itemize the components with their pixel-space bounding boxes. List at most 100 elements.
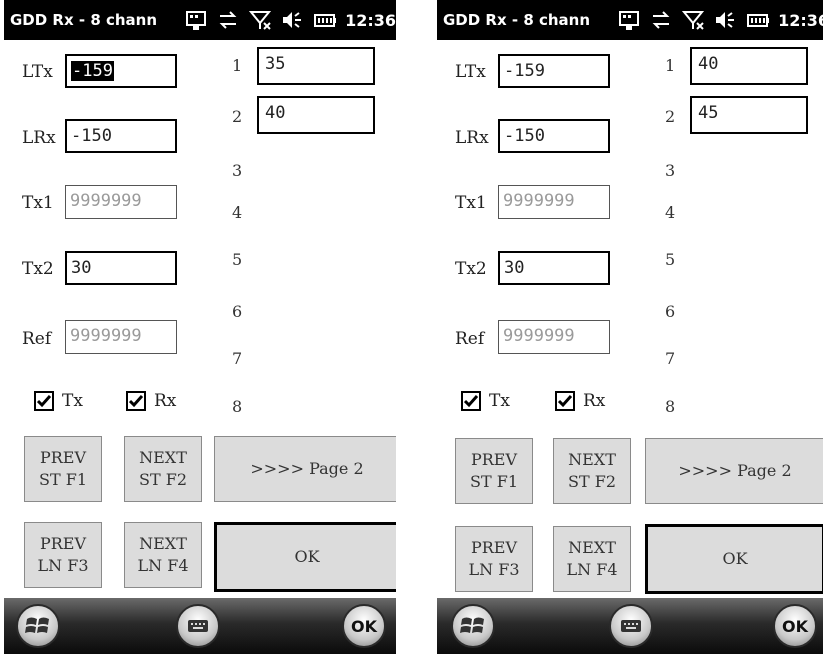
checkbox-checked-icon[interactable]: [34, 391, 54, 411]
next-ln-line2: LN F4: [137, 556, 189, 575]
next-st-button[interactable]: NEXT ST F2: [553, 438, 631, 504]
next-ln-line1: NEXT: [568, 538, 616, 557]
lrx-input[interactable]: -150: [498, 119, 610, 153]
prev-st-button[interactable]: PREV ST F1: [24, 436, 102, 502]
menu-bar: OK: [4, 598, 396, 654]
keyboard-icon[interactable]: [618, 9, 640, 31]
prev-ln-line2: LN F3: [468, 560, 520, 579]
signal-off-icon[interactable]: [248, 9, 272, 31]
tx-checkbox-label: Tx: [489, 391, 510, 411]
ok-softkey-label: OK: [351, 616, 377, 636]
keyboard-icon[interactable]: [609, 604, 653, 648]
volume-icon[interactable]: [714, 9, 736, 31]
ltx-label: LTx: [455, 62, 486, 82]
ok-button[interactable]: OK: [214, 522, 396, 592]
battery-icon[interactable]: [746, 9, 770, 31]
clock[interactable]: 12:36: [778, 11, 823, 30]
windows-start-icon[interactable]: [451, 604, 495, 648]
prev-st-button[interactable]: PREV ST F1: [455, 438, 533, 504]
rx-checkbox-label: Rx: [583, 391, 606, 411]
tx2-input[interactable]: 30: [498, 251, 610, 285]
channel-8-label: 8: [665, 397, 676, 416]
channel-6-label: 6: [232, 302, 243, 321]
channel-1-input[interactable]: 40: [690, 47, 808, 85]
next-ln-button[interactable]: NEXT LN F4: [124, 522, 202, 588]
channel-1-label: 1: [665, 56, 676, 75]
lrx-input[interactable]: -150: [65, 119, 177, 153]
status-bar: GDD Rx - 8 chann 12:36: [4, 0, 396, 40]
ref-label: Ref: [455, 329, 485, 349]
prev-st-line1: PREV: [39, 448, 87, 467]
channel-4-label: 4: [232, 203, 243, 222]
next-ln-line1: NEXT: [139, 534, 187, 553]
tx1-label: Tx1: [22, 193, 54, 213]
next-st-line2: ST F2: [139, 470, 187, 489]
prev-st-line1: PREV: [470, 450, 518, 469]
device-screen-left: GDD Rx - 8 chann 12:36 LTx -159 LRx -150…: [4, 0, 396, 654]
rx-checkbox-label: Rx: [154, 391, 177, 411]
menu-bar: OK: [437, 598, 823, 654]
window-title: GDD Rx - 8 chann: [10, 11, 158, 29]
device-screen-right: GDD Rx - 8 chann 12:36 LTx -159 LRx -150…: [437, 0, 823, 654]
page2-label: >>>> Page 2: [250, 459, 364, 478]
tx-checkbox[interactable]: Tx: [34, 391, 83, 411]
channel-1-input[interactable]: 35: [257, 47, 375, 85]
ok-softkey[interactable]: OK: [342, 604, 386, 648]
keyboard-icon[interactable]: [176, 604, 220, 648]
channel-5-label: 5: [665, 250, 676, 269]
next-st-line2: ST F2: [568, 472, 616, 491]
windows-start-icon[interactable]: [16, 604, 60, 648]
channel-2-label: 2: [232, 107, 243, 126]
ok-button[interactable]: OK: [645, 524, 823, 594]
channel-2-input[interactable]: 45: [690, 96, 808, 134]
connectivity-icon[interactable]: [650, 9, 672, 31]
prev-ln-button[interactable]: PREV LN F3: [24, 522, 102, 588]
tx-checkbox[interactable]: Tx: [461, 391, 510, 411]
page2-button[interactable]: >>>> Page 2: [214, 436, 396, 502]
ltx-input[interactable]: -159: [498, 54, 610, 88]
page2-label: >>>> Page 2: [678, 461, 792, 480]
ref-input[interactable]: 9999999: [65, 320, 177, 354]
battery-icon[interactable]: [313, 9, 337, 31]
next-ln-button[interactable]: NEXT LN F4: [553, 526, 631, 592]
checkbox-checked-icon[interactable]: [126, 391, 146, 411]
channel-1-label: 1: [232, 56, 243, 75]
prev-ln-line1: PREV: [470, 538, 518, 557]
rx-checkbox[interactable]: Rx: [555, 391, 605, 411]
tx-checkbox-label: Tx: [62, 391, 83, 411]
channel-4-label: 4: [665, 203, 676, 222]
channel-3-label: 3: [232, 161, 243, 180]
ltx-input[interactable]: -159: [65, 54, 177, 88]
channel-5-label: 5: [232, 250, 243, 269]
channel-7-label: 7: [665, 349, 676, 368]
keyboard-icon[interactable]: [185, 9, 207, 31]
prev-ln-line1: PREV: [39, 534, 87, 553]
prev-ln-line2: LN F3: [37, 556, 89, 575]
prev-st-line2: ST F1: [39, 470, 87, 489]
next-st-button[interactable]: NEXT ST F2: [124, 436, 202, 502]
volume-icon[interactable]: [281, 9, 303, 31]
status-bar: GDD Rx - 8 chann 12:36: [437, 0, 823, 40]
checkbox-checked-icon[interactable]: [461, 391, 481, 411]
signal-off-icon[interactable]: [681, 9, 705, 31]
rx-checkbox[interactable]: Rx: [126, 391, 176, 411]
ref-label: Ref: [22, 329, 52, 349]
ok-label: OK: [722, 549, 748, 568]
tx1-input[interactable]: 9999999: [498, 185, 610, 219]
clock[interactable]: 12:36: [345, 11, 396, 30]
lrx-label: LRx: [455, 128, 489, 148]
next-ln-line2: LN F4: [566, 560, 618, 579]
tx2-label: Tx2: [22, 259, 54, 279]
connectivity-icon[interactable]: [217, 9, 239, 31]
page2-button[interactable]: >>>> Page 2: [645, 438, 823, 504]
checkbox-checked-icon[interactable]: [555, 391, 575, 411]
ref-input[interactable]: 9999999: [498, 320, 610, 354]
tx2-label: Tx2: [455, 259, 487, 279]
channel-8-label: 8: [232, 397, 243, 416]
channel-2-input[interactable]: 40: [257, 96, 375, 134]
ok-softkey[interactable]: OK: [773, 604, 817, 648]
channel-6-label: 6: [665, 302, 676, 321]
tx1-input[interactable]: 9999999: [65, 185, 177, 219]
tx2-input[interactable]: 30: [65, 251, 177, 285]
prev-ln-button[interactable]: PREV LN F3: [455, 526, 533, 592]
